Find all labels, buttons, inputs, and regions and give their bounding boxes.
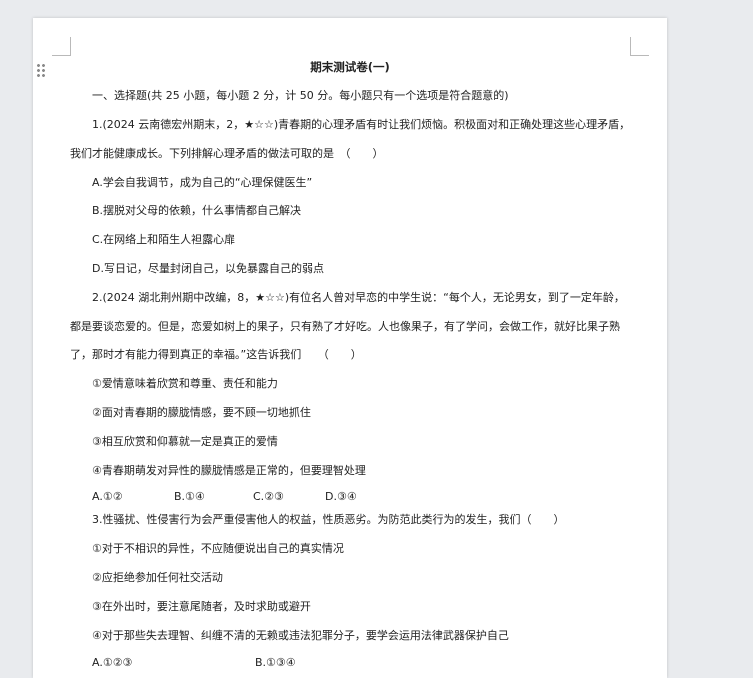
question-1-option-b: B.摆脱对父母的依赖，什么事情都自己解决	[92, 204, 302, 217]
question-3-statement-3: ③在外出时，要注意尾随者，及时求助或避开	[92, 600, 311, 613]
question-3-statement-2: ②应拒绝参加任何社交活动	[92, 571, 223, 584]
margin-corner-top-left	[52, 37, 71, 56]
question-3-choice-b: B.①③④	[255, 656, 296, 669]
question-2-stem-line1: 2.(2024 湖北荆州期中改编，8，★☆☆)有位名人曾对早恋的中学生说：“每个…	[92, 291, 625, 304]
question-3-stem: 3.性骚扰、性侵害行为会严重侵害他人的权益，性质恶劣。为防范此类行为的发生，我们…	[92, 513, 565, 526]
question-2-stem-line3: 了，那时才有能力得到真正的幸福。”这告诉我们 （ ）	[70, 348, 362, 361]
question-1-option-c: C.在网络上和陌生人袒露心扉	[92, 233, 236, 246]
document-page: 期末测试卷(一) 一、选择题(共 25 小题，每小题 2 分，计 50 分。每小…	[33, 18, 667, 678]
question-3-choices: A.①②③ B.①③④	[92, 656, 296, 670]
question-1-option-d: D.写日记，尽量封闭自己，以免暴露自己的弱点	[92, 262, 324, 275]
question-1-stem-line1: 1.(2024 云南德宏州期末，2，★☆☆)青春期的心理矛盾有时让我们烦恼。积极…	[92, 118, 631, 131]
question-2-choice-a: A.①②	[92, 490, 123, 503]
question-2-choices: A.①② B.①④ C.②③ D.③④	[92, 490, 357, 504]
question-3-statement-4: ④对于那些失去理智、纠缠不清的无赖或违法犯罪分子，要学会运用法律武器保护自己	[92, 629, 509, 642]
question-2-statement-4: ④青春期萌发对异性的朦胧情感是正常的，但要理智处理	[92, 464, 366, 477]
question-1-stem-line2: 我们才能健康成长。下列排解心理矛盾的做法可取的是 （ ）	[70, 147, 384, 160]
question-2-statement-2: ②面对青春期的朦胧情感，要不顾一切地抓住	[92, 406, 311, 419]
question-2-statement-1: ①爱情意味着欣赏和尊重、责任和能力	[92, 377, 278, 390]
question-2-choice-d: D.③④	[325, 490, 357, 503]
question-3-choice-a: A.①②③	[92, 656, 133, 669]
question-3-statement-1: ①对于不相识的异性，不应随便说出自己的真实情况	[92, 542, 344, 555]
question-2-choice-b: B.①④	[174, 490, 205, 503]
question-1-option-a: A.学会自我调节，成为自己的“心理保健医生”	[92, 176, 313, 189]
question-2-statement-3: ③相互欣赏和仰慕就一定是真正的爱情	[92, 435, 278, 448]
margin-corner-top-right	[630, 37, 649, 56]
question-2-stem-line2: 都是要谈恋爱的。但是，恋爱如树上的果子，只有熟了才好吃。人也像果子，有了学问，会…	[70, 320, 620, 333]
question-2-choice-c: C.②③	[253, 490, 284, 503]
section-heading: 一、选择题(共 25 小题，每小题 2 分，计 50 分。每小题只有一个选项是符…	[92, 89, 509, 102]
document-title: 期末测试卷(一)	[310, 60, 390, 74]
